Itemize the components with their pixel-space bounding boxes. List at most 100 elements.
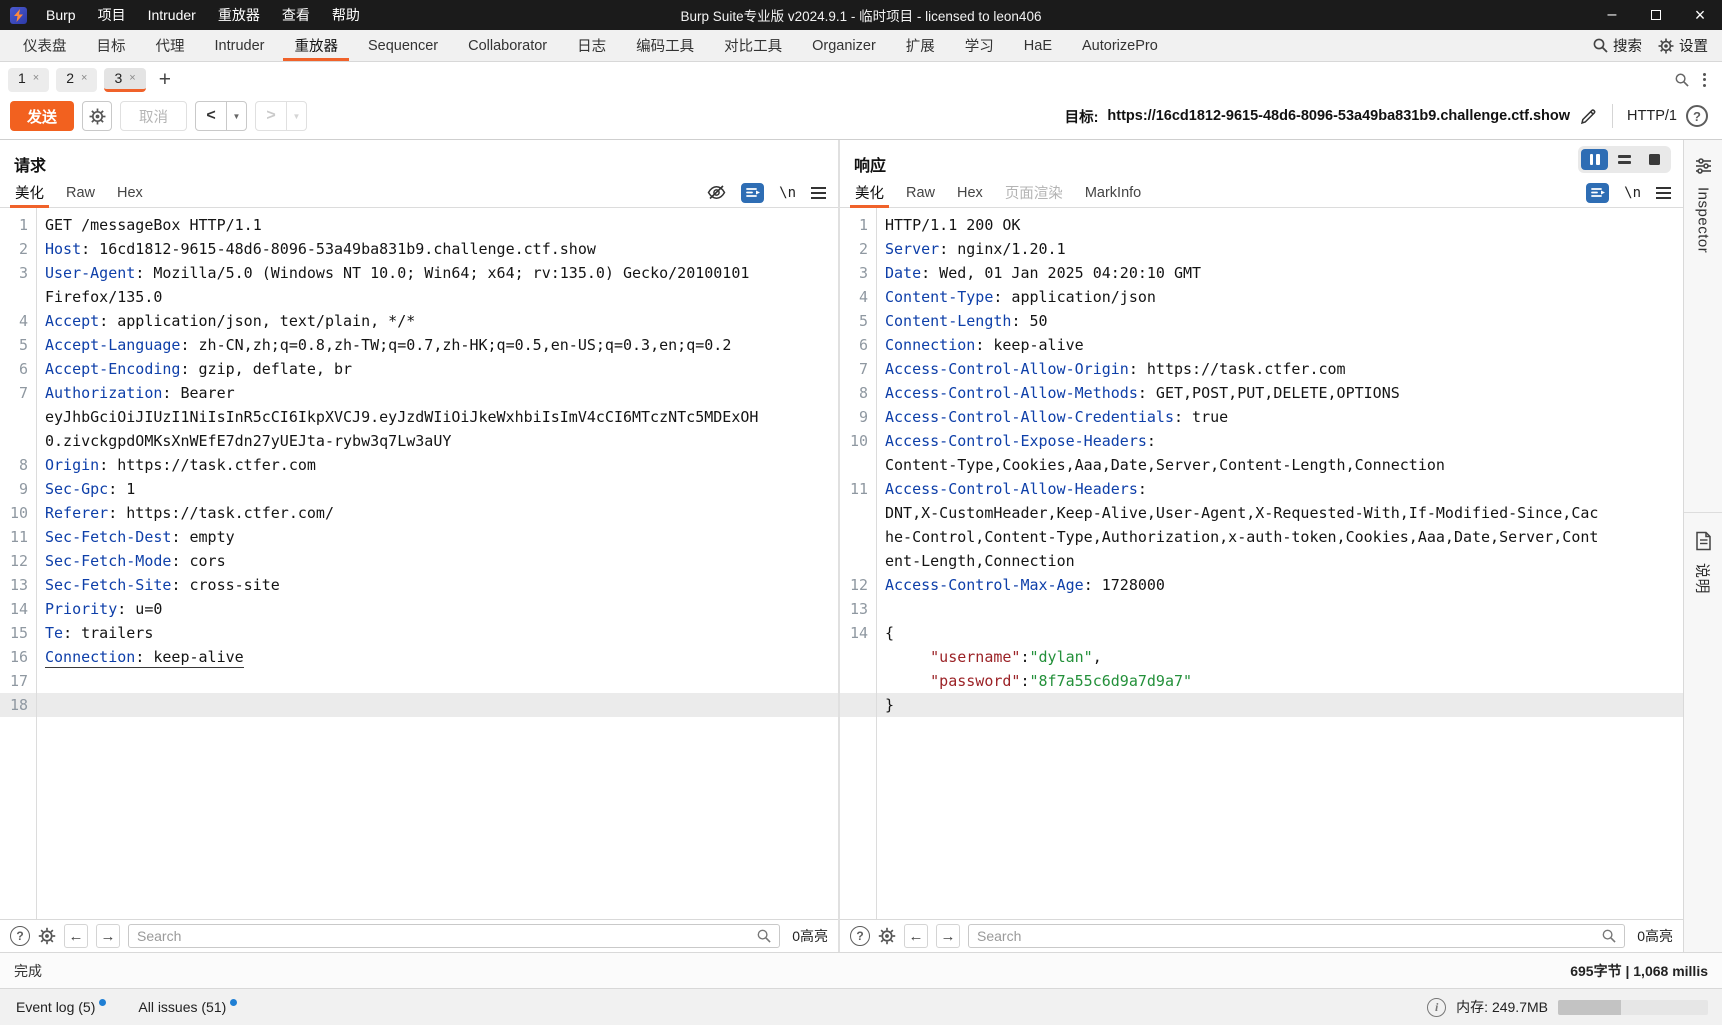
main-tab-仪表盘[interactable]: 仪表盘 <box>8 30 82 61</box>
code-line: 6Connection: keep-alive <box>840 333 1683 357</box>
main-tab-日志[interactable]: 日志 <box>562 30 621 61</box>
menu-item-项目[interactable]: 项目 <box>87 5 137 25</box>
search-help-icon[interactable]: ? <box>850 926 870 946</box>
show-newlines-icon[interactable]: \n <box>1624 185 1641 201</box>
show-newlines-icon[interactable]: \n <box>779 185 796 201</box>
menu-item-帮助[interactable]: 帮助 <box>321 5 371 25</box>
main-tab-Organizer[interactable]: Organizer <box>797 30 891 61</box>
close-tab-icon[interactable]: × <box>81 72 87 84</box>
add-tab-button[interactable]: + <box>159 70 171 90</box>
search-settings-gear-icon[interactable] <box>38 927 56 945</box>
prev-match-button[interactable]: ← <box>64 924 88 948</box>
close-tab-icon[interactable]: × <box>129 72 135 84</box>
global-search-button[interactable]: 搜索 <box>1593 35 1642 56</box>
repeater-tab-3[interactable]: 3× <box>104 68 145 92</box>
prev-match-button[interactable]: ← <box>904 924 928 948</box>
editor-menu-icon[interactable] <box>811 187 826 199</box>
settings-button[interactable]: 设置 <box>1658 35 1708 56</box>
edit-target-pencil-icon[interactable] <box>1579 107 1598 126</box>
search-help-icon[interactable]: ? <box>10 926 30 946</box>
send-settings-button[interactable] <box>82 101 112 131</box>
info-icon[interactable]: i <box>1427 998 1446 1017</box>
main-tab-对比工具[interactable]: 对比工具 <box>709 30 797 61</box>
view-tab-Hex[interactable]: Hex <box>106 178 154 207</box>
request-search-input[interactable] <box>137 928 757 944</box>
close-tab-icon[interactable]: × <box>33 72 39 84</box>
response-header: 响应 <box>840 140 1683 176</box>
line-content: Access-Control-Expose-Headers: <box>876 429 1683 453</box>
burp-suite-window: Burp项目Intruder重放器查看帮助 Burp Suite专业版 v202… <box>0 0 1722 1025</box>
main-tab-重放器[interactable]: 重放器 <box>279 30 353 61</box>
cancel-button[interactable]: 取消 <box>120 101 187 131</box>
main-tab-编码工具[interactable]: 编码工具 <box>621 30 709 61</box>
main-tab-Sequencer[interactable]: Sequencer <box>353 30 453 61</box>
code-line: 15Te: trailers <box>0 621 838 645</box>
main-tab-HaE[interactable]: HaE <box>1009 30 1067 61</box>
all-issues-notification-dot <box>230 999 237 1006</box>
history-forward-button[interactable]: > <box>256 102 286 130</box>
next-match-button[interactable]: → <box>936 924 960 948</box>
main-tab-扩展[interactable]: 扩展 <box>891 30 950 61</box>
all-issues-tab[interactable]: All issues (51) <box>122 989 253 1025</box>
maximize-button[interactable] <box>1634 0 1678 30</box>
send-button[interactable]: 发送 <box>10 101 74 131</box>
response-editor[interactable]: 1HTTP/1.1 200 OK2Server: nginx/1.20.13Da… <box>840 208 1683 919</box>
line-content: eyJhbGciOiJIUzI1NiIsInR5cCI6IkpXVCJ9.eyJ… <box>36 405 838 429</box>
response-search-input[interactable] <box>977 928 1602 944</box>
menu-item-Burp[interactable]: Burp <box>35 7 87 23</box>
main-tab-Intruder[interactable]: Intruder <box>200 30 280 61</box>
line-number: 6 <box>840 333 876 357</box>
code-line: 7Authorization: Bearer <box>0 381 838 405</box>
repeater-tab-2[interactable]: 2× <box>56 68 97 92</box>
view-tab-Raw[interactable]: Raw <box>895 178 946 207</box>
line-number: 5 <box>0 333 36 357</box>
main-tab-学习[interactable]: 学习 <box>950 30 1009 61</box>
line-number: 8 <box>0 453 36 477</box>
pretty-print-icon[interactable] <box>1586 183 1609 203</box>
main-tab-目标[interactable]: 目标 <box>82 30 141 61</box>
view-tab-Raw[interactable]: Raw <box>55 178 106 207</box>
view-tab-Hex[interactable]: Hex <box>946 178 994 207</box>
line-number: 9 <box>0 477 36 501</box>
view-tab-MarkInfo[interactable]: MarkInfo <box>1074 178 1152 207</box>
code-line: 10Access-Control-Expose-Headers: <box>840 429 1683 453</box>
more-options-icon[interactable] <box>1703 73 1706 87</box>
layout-columns-button[interactable] <box>1581 149 1608 170</box>
view-tab-美化[interactable]: 美化 <box>844 178 895 207</box>
main-tab-Collaborator[interactable]: Collaborator <box>453 30 562 61</box>
code-line: } <box>840 693 1683 717</box>
line-number: 11 <box>0 525 36 549</box>
event-log-tab[interactable]: Event log (5) <box>0 989 122 1025</box>
main-tab-AutorizePro[interactable]: AutorizePro <box>1067 30 1173 61</box>
layout-single-button[interactable] <box>1641 149 1668 170</box>
history-back-button[interactable]: < <box>196 102 226 130</box>
editor-menu-icon[interactable] <box>1656 187 1671 199</box>
tab-search-icon[interactable] <box>1675 73 1689 87</box>
history-forward-dropdown[interactable]: ▼ <box>286 102 306 130</box>
line-number: 16 <box>0 645 36 669</box>
menu-item-Intruder[interactable]: Intruder <box>137 7 207 23</box>
next-match-button[interactable]: → <box>96 924 120 948</box>
main-tab-代理[interactable]: 代理 <box>141 30 200 61</box>
repeater-toolbar: 发送 取消 < ▼ > ▼ 目标: https://16cd1812-9615-… <box>0 93 1722 140</box>
line-content: Server: nginx/1.20.1 <box>876 237 1683 261</box>
http-version[interactable]: HTTP/1 <box>1627 108 1677 124</box>
menu-item-查看[interactable]: 查看 <box>271 5 321 25</box>
history-back-dropdown[interactable]: ▼ <box>226 102 246 130</box>
inspector-collapsed-tab[interactable]: Inspector <box>1694 140 1713 512</box>
minimize-button[interactable]: – <box>1590 0 1634 30</box>
close-button[interactable]: × <box>1678 0 1722 30</box>
notes-collapsed-tab[interactable]: 说明 <box>1693 513 1714 594</box>
view-tab-页面渲染[interactable]: 页面渲染 <box>994 178 1074 207</box>
line-content: Content-Type,Cookies,Aaa,Date,Server,Con… <box>876 453 1683 477</box>
pretty-print-icon[interactable] <box>741 183 764 203</box>
layout-rows-button[interactable] <box>1611 149 1638 170</box>
menu-item-重放器[interactable]: 重放器 <box>207 5 271 25</box>
search-settings-gear-icon[interactable] <box>878 927 896 945</box>
repeater-tab-1[interactable]: 1× <box>8 68 49 92</box>
response-panel: 响应 美化RawHex页面渲染MarkInfo \n 1HTTP/1.1 200… <box>840 140 1683 952</box>
help-icon[interactable]: ? <box>1686 105 1708 127</box>
hide-eye-icon[interactable] <box>707 185 726 200</box>
request-editor[interactable]: 1GET /messageBox HTTP/1.12Host: 16cd1812… <box>0 208 838 919</box>
view-tab-美化[interactable]: 美化 <box>4 178 55 207</box>
